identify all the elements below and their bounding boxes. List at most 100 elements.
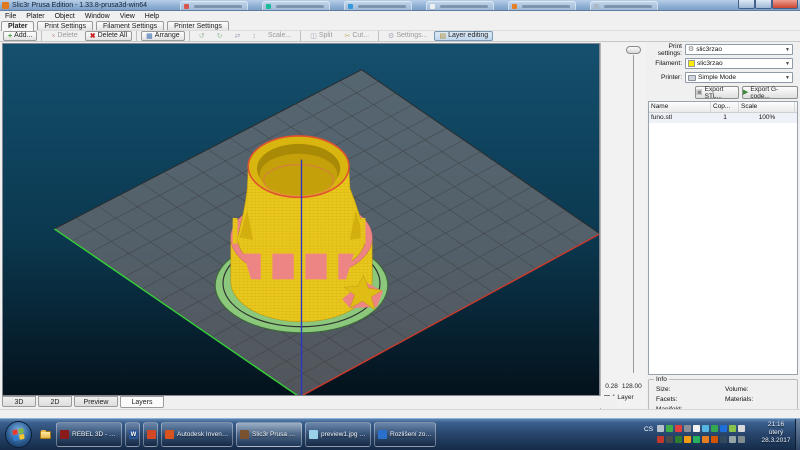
column-copies[interactable]: Cop...	[711, 102, 739, 112]
background-browser-tab	[426, 1, 494, 10]
tab-2d[interactable]: 2D	[38, 396, 72, 407]
layer-editing-toggle[interactable]: ▤ Layer editing	[434, 31, 493, 41]
tray-icon[interactable]	[720, 425, 727, 432]
minimize-button[interactable]	[738, 0, 755, 9]
show-desktop-button[interactable]	[795, 419, 800, 450]
taskbar-button-powerpoint[interactable]	[143, 422, 158, 447]
chevron-down-icon: ▼	[785, 47, 790, 53]
cut-icon: ✂	[344, 33, 350, 40]
object-list: Name Cop... Scale funo.stl 1 100%	[648, 101, 798, 375]
taskbar-clock[interactable]: 21:16 úterý 28.3.2017	[757, 421, 795, 445]
tab-layers[interactable]: Layers	[120, 396, 164, 408]
settings-tab-row: Plater Print Settings Filament Settings …	[0, 21, 800, 30]
tray-icon[interactable]	[684, 425, 691, 432]
language-indicator[interactable]: CS	[644, 426, 653, 433]
tray-icon[interactable]	[720, 436, 727, 443]
tray-icon[interactable]	[693, 436, 700, 443]
mirror-icon: ⇄	[234, 33, 240, 40]
tab-plater[interactable]: Plater	[1, 21, 34, 31]
export-stl-button[interactable]: ▣ Export STL...	[695, 86, 739, 99]
chevron-down-icon: ▼	[785, 75, 790, 81]
layer-height-max: 128.00	[622, 383, 642, 390]
rotate-ccw-button[interactable]: ↺	[194, 31, 210, 41]
slic3r-icon	[240, 430, 249, 439]
filament-select[interactable]: slic3rzao ▼	[685, 58, 793, 69]
object-name: funo.stl	[649, 113, 711, 123]
taskbar-button-slic3r[interactable]: Slic3r Prusa Edition - ...	[236, 422, 302, 447]
start-button[interactable]	[5, 421, 32, 448]
tray-icon[interactable]	[684, 436, 691, 443]
taskbar-button-rebel3d[interactable]: REBEL 3D - Odeslat o...	[56, 422, 122, 447]
split-button[interactable]: ◫ Split	[305, 31, 337, 41]
layer-slider-track[interactable]	[633, 55, 634, 373]
mirror-button[interactable]: ⇄	[229, 31, 245, 41]
menu-object[interactable]: Object	[50, 13, 80, 20]
scale-button[interactable]: Scale...	[263, 31, 296, 41]
add-button[interactable]: + Add...	[3, 31, 37, 41]
tray-icon[interactable]	[693, 425, 700, 432]
tray-icon[interactable]	[657, 425, 664, 432]
tray-icon[interactable]	[675, 425, 682, 432]
plater-toolbar: + Add... × Delete ✖ Delete All ▦ Arrange…	[0, 30, 800, 42]
tray-icon[interactable]	[738, 436, 745, 443]
taskbar-button-paint[interactable]: preview1.jpg - Malov...	[305, 422, 371, 447]
menu-window[interactable]: Window	[80, 13, 115, 20]
tray-icon[interactable]	[657, 436, 664, 443]
tray-icon[interactable]	[702, 425, 709, 432]
facets-label: Facets:	[656, 396, 677, 403]
delete-button[interactable]: × Delete	[46, 31, 82, 41]
menu-plater[interactable]: Plater	[21, 13, 49, 20]
tray-icon[interactable]	[711, 425, 718, 432]
tab-filament-settings[interactable]: Filament Settings	[96, 21, 164, 30]
tab-preview[interactable]: Preview	[74, 396, 118, 407]
tray-icon[interactable]	[711, 436, 718, 443]
settings-button[interactable]: ⚙ Settings...	[383, 31, 432, 41]
app-window: Slic3r Prusa Edition - 1.33.8-prusa3d-wi…	[0, 0, 800, 418]
rotate-cw-button[interactable]: ↻	[212, 31, 228, 41]
right-sidebar: Print settings: ⚙ slic3rzao ▼ Filament: …	[645, 43, 800, 418]
tray-icon[interactable]	[666, 436, 673, 443]
explorer-taskbar-button[interactable]	[38, 423, 52, 446]
object-scale: 100%	[739, 113, 795, 123]
add-icon: +	[8, 33, 12, 40]
tab-printer-settings[interactable]: Printer Settings	[167, 21, 229, 30]
scale-axis-button[interactable]: ↕	[247, 31, 261, 41]
printer-select[interactable]: Simple Mode ▼	[685, 72, 793, 83]
clock-time: 21:16	[757, 421, 795, 429]
menu-view[interactable]: View	[115, 13, 140, 20]
tray-icon[interactable]	[666, 425, 673, 432]
cut-button[interactable]: ✂ Cut...	[339, 31, 374, 41]
clock-date: 28.3.2017	[757, 437, 795, 445]
close-button[interactable]	[772, 0, 798, 9]
arrange-button[interactable]: ▦ Arrange	[141, 31, 185, 41]
menu-file[interactable]: File	[0, 13, 21, 20]
object-copies: 1	[711, 113, 739, 123]
tray-icon[interactable]	[729, 425, 736, 432]
size-label: Size:	[656, 386, 670, 393]
layer-slider-handle[interactable]	[626, 46, 641, 54]
inventor-icon	[165, 430, 174, 439]
tray-icon[interactable]	[729, 436, 736, 443]
export-gcode-button[interactable]: ▶ Export G-code...	[742, 86, 798, 99]
table-row[interactable]: funo.stl 1 100%	[649, 113, 797, 123]
tray-icon[interactable]	[702, 436, 709, 443]
tray-icon[interactable]	[738, 425, 745, 432]
column-scale[interactable]: Scale	[739, 102, 795, 112]
3d-viewport-canvas[interactable]	[2, 43, 600, 396]
taskbar-button-inventor[interactable]: Autodesk Inventor Pr...	[161, 422, 233, 447]
print-settings-select[interactable]: ⚙ slic3rzao ▼	[685, 44, 793, 55]
printer-label: Printer:	[645, 74, 685, 81]
clock-day: úterý	[757, 429, 795, 437]
tray-icon[interactable]	[675, 436, 682, 443]
taskbar-button-word[interactable]: W	[125, 422, 140, 447]
display-icon	[378, 430, 387, 439]
taskbar-button-display-settings[interactable]: Rozlišení zobraz...	[374, 422, 436, 447]
tab-3d[interactable]: 3D	[2, 396, 36, 407]
split-icon: ◫	[310, 33, 317, 40]
maximize-button[interactable]	[755, 0, 772, 9]
menu-help[interactable]: Help	[140, 13, 164, 20]
delete-all-button[interactable]: ✖ Delete All	[85, 31, 132, 41]
tab-print-settings[interactable]: Print Settings	[37, 21, 93, 30]
app-icon	[2, 2, 9, 9]
column-name[interactable]: Name	[649, 102, 711, 112]
